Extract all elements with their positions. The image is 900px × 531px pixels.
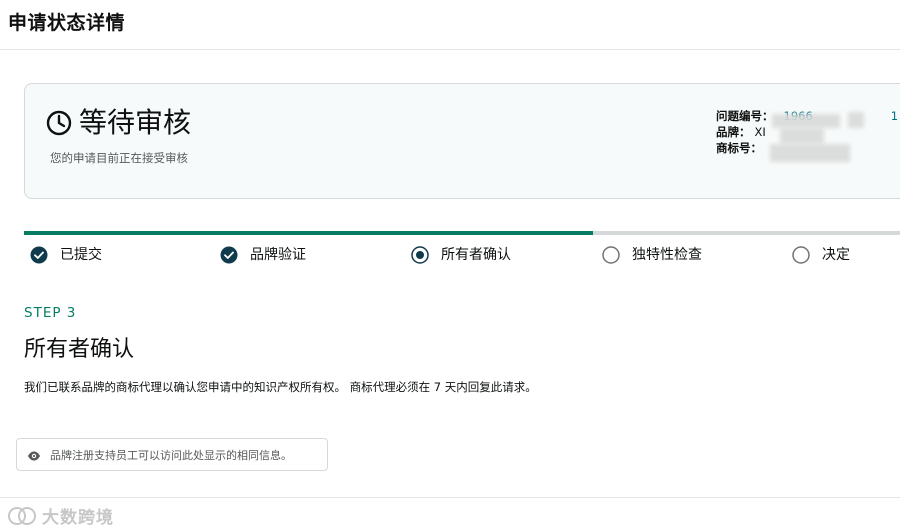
- step-owner-confirmation: 所有者确认: [411, 245, 511, 265]
- trademark-label: 商标号：: [716, 141, 762, 155]
- step-number: STEP 3: [24, 305, 77, 321]
- step-label: 独特性检查: [632, 247, 702, 263]
- brand-label: 品牌：: [716, 125, 751, 139]
- step-label: 品牌验证: [250, 247, 306, 263]
- check-circle-icon: [220, 246, 238, 264]
- radio-empty-icon: [792, 246, 810, 264]
- status-title: 等待审核: [79, 106, 192, 139]
- case-number-link-secondary[interactable]: 1 197(: [891, 108, 900, 124]
- page-title: 申请状态详情: [8, 12, 126, 34]
- notice-text: 品牌注册支持员工可以访问此处显示的相同信息。: [50, 448, 292, 462]
- status-card: 等待审核 您的申请目前正在接受审核 问题编号： 1966 1 197( 品牌： …: [24, 83, 900, 199]
- status-heading: 等待审核: [45, 108, 191, 138]
- watermark-text: 大数跨境: [42, 508, 114, 528]
- redaction-blur: [772, 114, 840, 128]
- case-number-label: 问题编号：: [716, 109, 774, 123]
- redaction-blur: [848, 112, 864, 128]
- visibility-notice: 品牌注册支持员工可以访问此处显示的相同信息。: [16, 438, 328, 471]
- divider: [0, 497, 900, 498]
- step-label: 已提交: [60, 247, 102, 263]
- progress-fill: [24, 231, 594, 235]
- step-brand-verification: 品牌验证: [220, 245, 306, 265]
- step-description: 我们已联系品牌的商标代理以确认您申请中的知识产权所有权。 商标代理必须在 7 天…: [24, 380, 537, 394]
- clock-icon: [45, 109, 73, 137]
- step-submitted: 已提交: [30, 245, 102, 265]
- step-title: 所有者确认: [24, 337, 135, 362]
- watermark-logo-icon: [6, 505, 38, 527]
- progress-track: [24, 231, 900, 235]
- step-uniqueness-check: 独特性检查: [602, 245, 702, 265]
- step-label: 决定: [822, 247, 850, 263]
- step-decision: 决定: [792, 245, 850, 265]
- step-label: 所有者确认: [441, 247, 511, 263]
- radio-empty-icon: [602, 246, 620, 264]
- status-subtitle: 您的申请目前正在接受审核: [50, 151, 188, 165]
- check-circle-icon: [30, 246, 48, 264]
- radio-selected-icon: [411, 246, 429, 264]
- page-header: 申请状态详情: [0, 0, 900, 50]
- brand-value: XI: [754, 125, 766, 139]
- eye-icon: [27, 448, 41, 462]
- redaction-blur: [770, 144, 850, 162]
- watermark: 大数跨境: [6, 503, 114, 528]
- redaction-blur: [780, 128, 824, 144]
